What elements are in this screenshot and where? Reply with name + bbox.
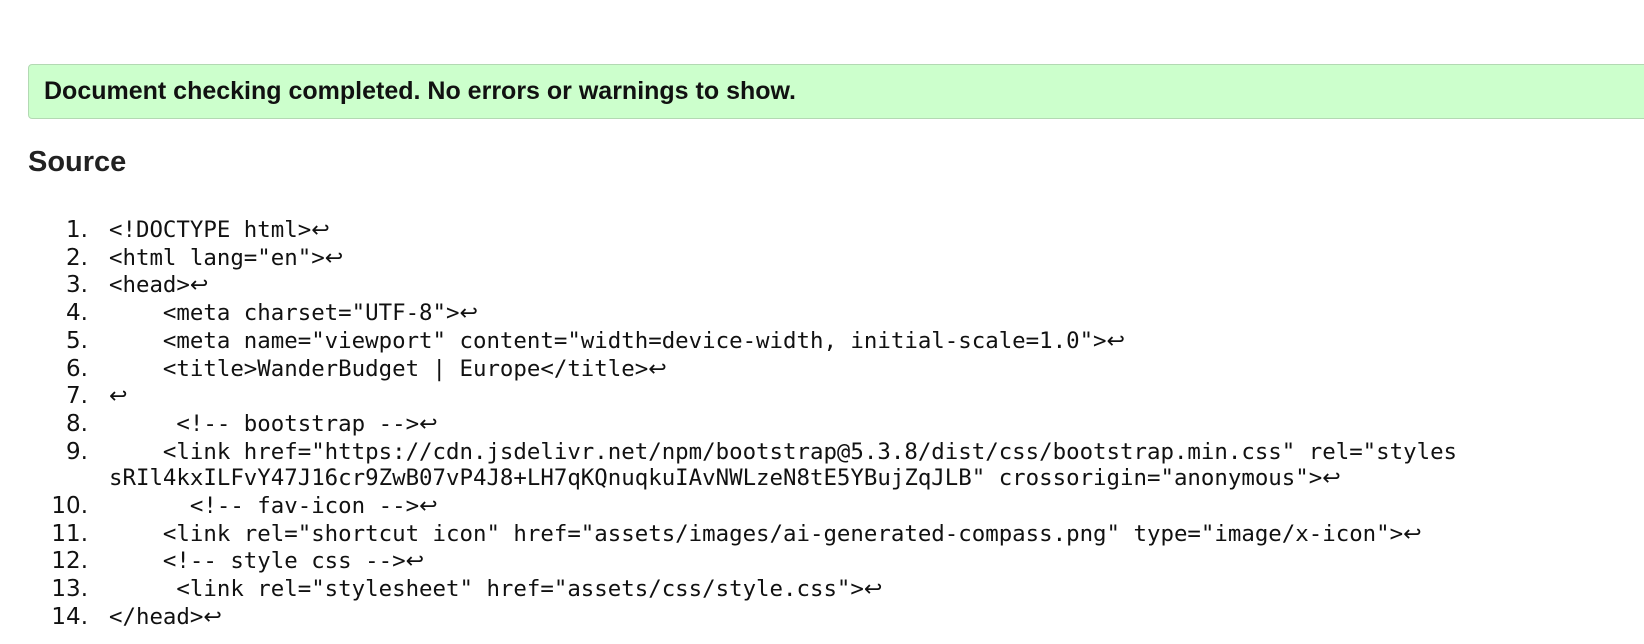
- line-code: <meta charset="UTF-8">↩: [109, 300, 478, 328]
- source-line: 12. <!-- style css -->↩: [0, 548, 1644, 576]
- line-code: sRIl4kxILFvY47J16cr9ZwB07vP4J8+LH7qKQnuq…: [109, 465, 1341, 493]
- line-code: <!-- bootstrap -->↩: [109, 410, 438, 439]
- code-text: <meta charset="UTF-8">: [109, 300, 460, 327]
- line-code: <link rel="shortcut icon" href="assets/i…: [109, 521, 1422, 549]
- code-text: <link rel="shortcut icon" href="assets/i…: [109, 520, 1404, 547]
- line-number: 9.: [66, 438, 88, 465]
- code-text: <!-- bootstrap -->: [109, 410, 420, 437]
- source-line: 5. <meta name="viewport" content="width=…: [0, 328, 1644, 356]
- line-return-icon: ↩: [648, 356, 667, 382]
- source-line: 11. <link rel="shortcut icon" href="asse…: [0, 521, 1644, 549]
- source-listing: 1. <!DOCTYPE html>↩ 2. <html lang="en">↩ 3. <…: [0, 217, 1644, 632]
- line-number: 4.: [66, 300, 88, 327]
- source-line: 3. <head>↩: [0, 272, 1644, 300]
- line-code: ↩: [109, 383, 127, 411]
- line-code: <link href="https://cdn.jsdelivr.net/npm…: [109, 439, 1457, 466]
- line-number: [0, 465, 88, 493]
- line-return-icon: ↩: [459, 301, 478, 327]
- source-line: 7. ↩: [0, 383, 1644, 411]
- line-return-icon: ↩: [311, 218, 330, 243]
- line-number: 2.: [66, 244, 88, 271]
- code-text: <!-- style css -->: [109, 548, 406, 575]
- source-heading: Source: [28, 146, 127, 178]
- source-line: 2. <html lang="en">↩: [0, 245, 1644, 273]
- line-number: 6.: [66, 355, 88, 382]
- source-line: sRIl4kxILFvY47J16cr9ZwB07vP4J8+LH7qKQnuq…: [0, 465, 1644, 493]
- line-number: 13.: [51, 576, 88, 603]
- line-number: 10.: [51, 493, 88, 520]
- code-text: <!-- fav-icon -->: [109, 493, 420, 520]
- line-return-icon: ↩: [1403, 521, 1422, 547]
- line-code: <html lang="en">↩: [109, 245, 343, 273]
- line-return-icon: ↩: [405, 549, 425, 575]
- line-number: 8.: [66, 410, 88, 437]
- line-code: <!DOCTYPE html>↩: [109, 217, 330, 245]
- code-text: sRIl4kxILFvY47J16cr9ZwB07vP4J8+LH7qKQnuq…: [109, 465, 1323, 492]
- line-number: 11.: [51, 520, 88, 547]
- code-text: <meta name="viewport" content="width=dev…: [109, 327, 1107, 354]
- line-code: <title>WanderBudget | Europe</title>↩: [109, 356, 667, 384]
- line-code: <meta name="viewport" content="width=dev…: [109, 328, 1125, 356]
- source-line: 13. <link rel="stylesheet" href="assets/…: [0, 576, 1644, 604]
- code-text: <head>: [109, 272, 190, 299]
- source-line: 10. <!-- fav-icon -->↩: [0, 493, 1644, 521]
- line-code: <!-- style css -->↩: [109, 548, 424, 576]
- line-return-icon: ↩: [189, 273, 209, 299]
- line-number: 14.: [51, 603, 88, 630]
- code-text: <html lang="en">: [109, 244, 325, 271]
- line-return-icon: ↩: [863, 577, 883, 603]
- line-return-icon: ↩: [203, 604, 222, 630]
- line-code: <head>↩: [109, 272, 208, 300]
- line-code: <link rel="stylesheet" href="assets/css/…: [109, 576, 882, 604]
- code-text: </head>: [109, 603, 204, 630]
- source-line: 14. </head>↩: [0, 604, 1644, 632]
- line-return-icon: ↩: [419, 411, 438, 437]
- line-return-icon: ↩: [324, 245, 344, 271]
- line-return-icon: ↩: [419, 494, 438, 520]
- line-number: 12.: [51, 548, 88, 575]
- line-number: 3.: [66, 272, 88, 299]
- source-line: 9. <link href="https://cdn.jsdelivr.net/…: [0, 439, 1644, 466]
- line-return-icon: ↩: [109, 384, 128, 410]
- line-number: 1.: [66, 217, 88, 243]
- source-line: 1. <!DOCTYPE html>↩: [0, 217, 1644, 245]
- line-code: </head>↩: [109, 604, 222, 632]
- code-text: <title>WanderBudget | Europe</title>: [109, 355, 649, 382]
- line-code: <!-- fav-icon -->↩: [109, 493, 438, 521]
- success-banner: Document checking completed. No errors o…: [28, 64, 1644, 119]
- code-text: <link rel="stylesheet" href="assets/css/…: [109, 576, 864, 603]
- line-return-icon: ↩: [1322, 466, 1341, 492]
- success-message: Document checking completed. No errors o…: [44, 77, 796, 105]
- source-line: 4. <meta charset="UTF-8">↩: [0, 300, 1644, 328]
- line-number: 7.: [66, 383, 88, 410]
- line-return-icon: ↩: [1106, 328, 1125, 354]
- code-text: <!DOCTYPE html>: [109, 217, 312, 243]
- code-text: <link href="https://cdn.jsdelivr.net/npm…: [109, 438, 1458, 465]
- line-number: 5.: [66, 327, 88, 354]
- source-line: 6. <title>WanderBudget | Europe</title>↩: [0, 356, 1644, 384]
- source-line: 8. <!-- bootstrap -->↩: [0, 411, 1644, 439]
